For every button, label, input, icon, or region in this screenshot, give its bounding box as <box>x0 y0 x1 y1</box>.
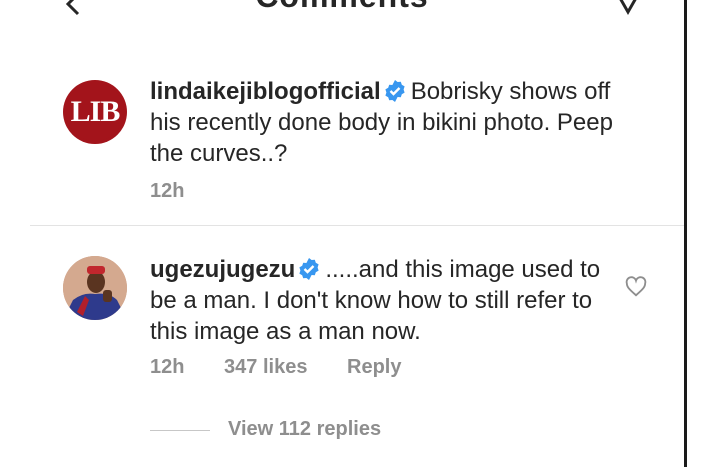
verified-badge-icon <box>385 80 405 102</box>
likes-count[interactable]: 347 likes <box>224 356 307 378</box>
caption-comment: LIB lindaikejiblogofficial Bobrisky show… <box>0 0 684 225</box>
verified-badge-icon <box>299 258 319 280</box>
timestamp: 12h <box>150 180 185 202</box>
timestamp: 12h <box>150 356 185 378</box>
username[interactable]: lindaikejiblogofficial <box>150 78 381 105</box>
avatar[interactable] <box>63 256 127 320</box>
view-replies-button[interactable]: View 112 replies <box>228 418 381 441</box>
comment-text-block: ugezujugezu .....and this image used to … <box>150 254 620 347</box>
replies-line <box>150 430 210 431</box>
heart-icon[interactable] <box>625 276 647 298</box>
avatar[interactable]: LIB <box>63 80 127 144</box>
caption-meta: 12h <box>150 180 218 203</box>
scroll-edge <box>684 0 687 467</box>
profile-photo <box>63 256 127 320</box>
comment-meta: 12h 347 likes Reply <box>150 356 435 379</box>
username[interactable]: ugezujugezu <box>150 256 295 283</box>
reply-button[interactable]: Reply <box>347 356 401 378</box>
caption-text-block: lindaikejiblogofficial Bobrisky shows of… <box>150 76 620 169</box>
